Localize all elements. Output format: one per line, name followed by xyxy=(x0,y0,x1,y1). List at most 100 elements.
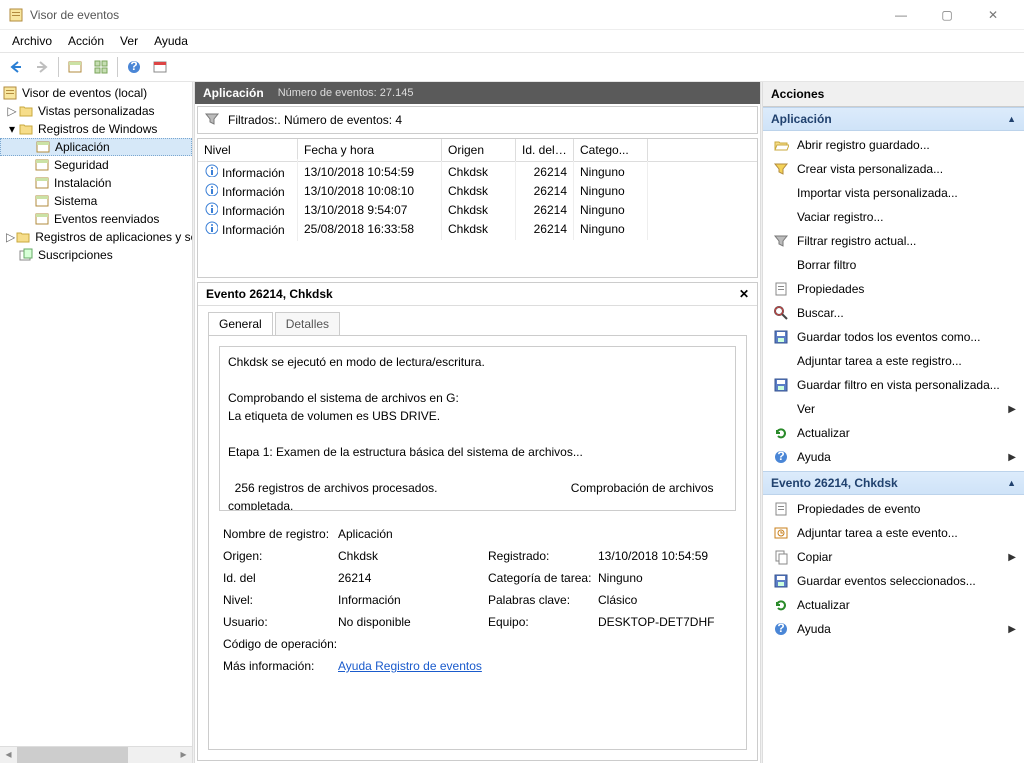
eventviewer-icon xyxy=(2,85,18,101)
action-item[interactable]: Ver▶ xyxy=(763,397,1024,421)
action-item[interactable]: Actualizar xyxy=(763,421,1024,445)
action-label: Adjuntar tarea a este evento... xyxy=(797,526,958,540)
blank-icon xyxy=(773,401,789,417)
collapse-icon[interactable]: ▾ xyxy=(6,123,18,135)
menu-help[interactable]: Ayuda xyxy=(154,34,188,48)
tree-setup[interactable]: Instalación xyxy=(0,174,192,192)
log-icon xyxy=(34,193,50,209)
event-row[interactable]: Información25/08/2018 16:33:58Chkdsk2621… xyxy=(198,219,757,238)
action-item[interactable]: Guardar eventos seleccionados... xyxy=(763,569,1024,593)
action-label: Actualizar xyxy=(797,598,850,612)
subscription-icon xyxy=(18,247,34,263)
action-item[interactable]: Abrir registro guardado... xyxy=(763,133,1024,157)
action-label: Ayuda xyxy=(797,622,831,636)
blank-icon xyxy=(773,209,789,225)
tab-details[interactable]: Detalles xyxy=(275,312,340,335)
action-item[interactable]: Ayuda▶ xyxy=(763,445,1024,469)
detail-close-button[interactable]: ✕ xyxy=(739,287,749,301)
toolbar-btn3[interactable] xyxy=(148,55,172,79)
blank-icon xyxy=(773,353,789,369)
filter-text: Filtrados:. Número de eventos: 4 xyxy=(228,113,402,127)
col-datetime[interactable]: Fecha y hora xyxy=(298,139,442,161)
lbl-eventid: Id. del xyxy=(223,571,338,585)
action-item[interactable]: Crear vista personalizada... xyxy=(763,157,1024,181)
link-eventlog-help[interactable]: Ayuda Registro de eventos xyxy=(338,659,482,673)
tree-forwarded[interactable]: Eventos reenviados xyxy=(0,210,192,228)
action-item[interactable]: Borrar filtro xyxy=(763,253,1024,277)
tree-root[interactable]: Visor de eventos (local) xyxy=(0,84,192,102)
close-button[interactable]: ✕ xyxy=(970,0,1016,30)
action-item[interactable]: Guardar todos los eventos como... xyxy=(763,325,1024,349)
tree-security[interactable]: Seguridad xyxy=(0,156,192,174)
find-icon xyxy=(773,305,789,321)
menu-action[interactable]: Acción xyxy=(68,34,104,48)
action-item[interactable]: Propiedades xyxy=(763,277,1024,301)
action-item[interactable]: Actualizar xyxy=(763,593,1024,617)
action-item[interactable]: Propiedades de evento xyxy=(763,497,1024,521)
tree-apps-services[interactable]: ▷ Registros de aplicaciones y servicios xyxy=(0,228,192,246)
open-icon xyxy=(773,137,789,153)
submenu-arrow-icon: ▶ xyxy=(1008,404,1016,415)
toolbar-forward[interactable] xyxy=(30,55,54,79)
nav-tree[interactable]: Visor de eventos (local) ▷ Vistas person… xyxy=(0,84,192,746)
event-message[interactable]: Chkdsk se ejecutó en modo de lectura/esc… xyxy=(219,346,736,511)
val-user: No disponible xyxy=(338,615,488,629)
log-icon xyxy=(34,175,50,191)
toolbar-back[interactable] xyxy=(4,55,28,79)
action-item[interactable]: Copiar▶ xyxy=(763,545,1024,569)
expand-icon[interactable]: ▷ xyxy=(6,231,15,243)
info-icon xyxy=(204,220,218,234)
action-label: Propiedades de evento xyxy=(797,502,920,516)
tab-general[interactable]: General xyxy=(208,312,273,335)
minimize-button[interactable]: — xyxy=(878,0,924,30)
help-icon xyxy=(773,449,789,465)
action-item[interactable]: Filtrar registro actual... xyxy=(763,229,1024,253)
lbl-moreinfo: Más información: xyxy=(223,659,338,673)
action-item[interactable]: Buscar... xyxy=(763,301,1024,325)
tree-windows-logs[interactable]: ▾ Registros de Windows xyxy=(0,120,192,138)
funnel-icon xyxy=(204,111,220,130)
save-icon xyxy=(773,329,789,345)
col-category[interactable]: Catego... xyxy=(574,139,648,161)
props-icon xyxy=(773,501,789,517)
menu-file[interactable]: Archivo xyxy=(12,34,52,48)
val-keywords: Clásico xyxy=(598,593,747,607)
action-label: Copiar xyxy=(797,550,832,564)
tree-application[interactable]: Aplicación xyxy=(0,138,192,156)
info-icon xyxy=(204,182,218,196)
col-eventid[interactable]: Id. del ... xyxy=(516,139,574,161)
save-icon xyxy=(773,573,789,589)
menu-view[interactable]: Ver xyxy=(120,34,138,48)
toolbar-btn1[interactable] xyxy=(63,55,87,79)
funnel-icon xyxy=(773,233,789,249)
tree-custom-views[interactable]: ▷ Vistas personalizadas xyxy=(0,102,192,120)
tree-subscriptions[interactable]: Suscripciones xyxy=(0,246,192,264)
maximize-button[interactable]: ▢ xyxy=(924,0,970,30)
log-icon xyxy=(34,157,50,173)
toolbar-btn2[interactable] xyxy=(89,55,113,79)
info-icon xyxy=(204,163,218,177)
tree-system[interactable]: Sistema xyxy=(0,192,192,210)
list-title: Aplicación xyxy=(203,86,264,100)
toolbar-help[interactable] xyxy=(122,55,146,79)
col-source[interactable]: Origen xyxy=(442,139,516,161)
action-item[interactable]: Guardar filtro en vista personalizada... xyxy=(763,373,1024,397)
action-label: Abrir registro guardado... xyxy=(797,138,930,152)
action-item[interactable]: Vaciar registro... xyxy=(763,205,1024,229)
actions-section-event[interactable]: Evento 26214, Chkdsk▲ xyxy=(763,471,1024,495)
actions-section-application[interactable]: Aplicación▲ xyxy=(763,107,1024,131)
col-level[interactable]: Nivel xyxy=(198,139,298,161)
val-taskcat: Ninguno xyxy=(598,571,747,585)
chevron-up-icon: ▲ xyxy=(1007,114,1016,124)
action-item[interactable]: Ayuda▶ xyxy=(763,617,1024,641)
action-item[interactable]: Adjuntar tarea a este evento... xyxy=(763,521,1024,545)
expand-icon[interactable]: ▷ xyxy=(6,105,18,117)
action-label: Guardar eventos seleccionados... xyxy=(797,574,976,588)
action-item[interactable]: Importar vista personalizada... xyxy=(763,181,1024,205)
blank-icon xyxy=(773,185,789,201)
tree-hscrollbar[interactable]: ◂ ▸ xyxy=(0,746,192,763)
event-grid[interactable]: Nivel Fecha y hora Origen Id. del ... Ca… xyxy=(197,138,758,278)
toolbar-sep xyxy=(58,57,59,77)
toolbar-sep2 xyxy=(117,57,118,77)
action-item[interactable]: Adjuntar tarea a este registro... xyxy=(763,349,1024,373)
